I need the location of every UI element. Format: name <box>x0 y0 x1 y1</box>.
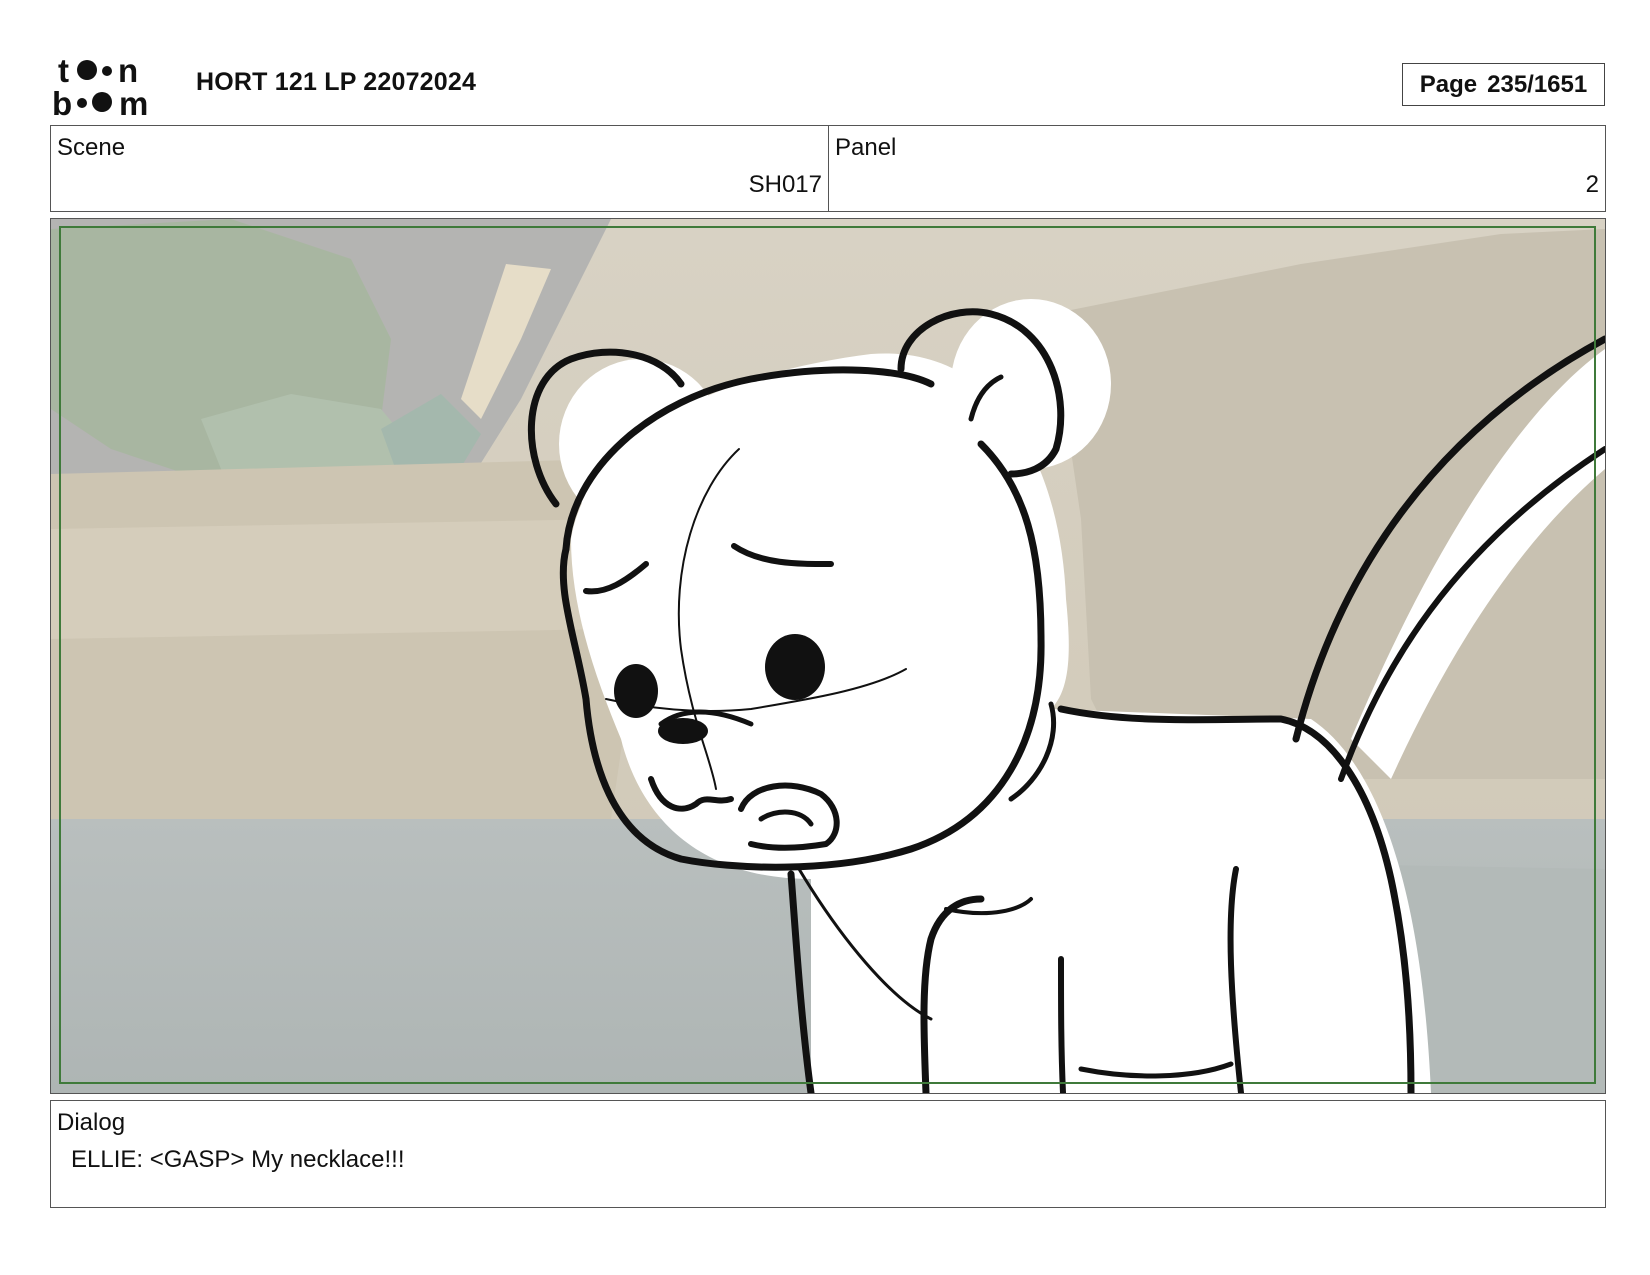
scene-field: Scene SH017 <box>50 125 829 212</box>
svg-text:n: n <box>118 52 138 89</box>
page-indicator: Page 235/1651 <box>1402 63 1605 106</box>
storyboard-panel-image <box>50 218 1606 1094</box>
panel-label: Panel <box>835 134 897 161</box>
svg-text:b: b <box>52 85 72 116</box>
panel-drawing <box>51 219 1605 1093</box>
panel-field: Panel 2 <box>828 125 1606 212</box>
svg-text:t: t <box>58 52 69 89</box>
page-label: Page <box>1419 70 1478 98</box>
panel-value: 2 <box>1585 171 1599 198</box>
dialog-field: Dialog ELLIE: <GASP> My necklace!!! <box>50 1100 1606 1208</box>
svg-text:m: m <box>119 85 148 116</box>
dialog-label: Dialog <box>57 1109 126 1136</box>
page-number: 235/1651 <box>1487 70 1588 98</box>
document-title: HORT 121 LP 22072024 <box>196 68 477 96</box>
scene-value: SH017 <box>748 171 822 198</box>
scene-label: Scene <box>57 134 126 161</box>
dialog-text: ELLIE: <GASP> My necklace!!! <box>71 1146 405 1173</box>
toon-boom-logo: t n b m <box>52 52 148 116</box>
